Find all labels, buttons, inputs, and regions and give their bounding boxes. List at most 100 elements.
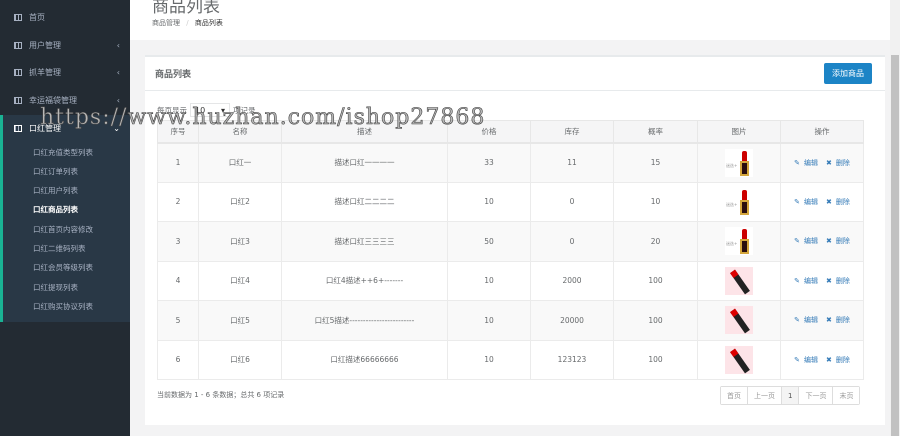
sidebar-item-sheep[interactable]: 抓羊管理 ‹ — [0, 61, 130, 83]
delete-button[interactable]: ✖ 删除 — [824, 316, 852, 324]
close-icon: ✖ — [826, 276, 832, 285]
chevron-left-icon: ‹ — [116, 67, 120, 77]
edit-icon: ✎ — [794, 158, 800, 167]
edit-icon: ✎ — [794, 316, 800, 325]
chevron-down-icon: ⌄ — [113, 123, 120, 133]
length-suffix: 项记录 — [233, 105, 256, 115]
sub-item-recharge-types[interactable]: 口红充值类型列表 — [33, 147, 93, 158]
card-title: 商品列表 — [155, 70, 192, 80]
sidebar-item-lipstick[interactable]: 口红管理 ⌄ — [0, 117, 130, 139]
delete-button[interactable]: ✖ 删除 — [824, 198, 852, 206]
sub-item-orders[interactable]: 口红订单列表 — [33, 166, 78, 177]
page-next[interactable]: 下一页 — [798, 387, 833, 404]
sidebar-item-label: 用户管理 — [29, 40, 61, 50]
column-header[interactable]: 序号 — [157, 120, 199, 144]
lipstick-image — [725, 306, 753, 335]
pagination: 首页 上一页 1 下一页 末页 — [720, 386, 861, 405]
cell-id: 6 — [157, 339, 199, 380]
sidebar-item-home[interactable]: 首页 — [0, 6, 130, 28]
column-header[interactable]: 操作 — [780, 120, 864, 144]
delete-button[interactable]: ✖ 删除 — [824, 237, 852, 245]
cell-price: 33 — [447, 142, 531, 183]
cell-stock: 123123 — [530, 339, 614, 380]
sidebar-item-luckybag[interactable]: 幸运福袋管理 ‹ — [0, 89, 130, 111]
column-header[interactable]: 库存 — [530, 120, 614, 144]
table-info: 当前数据为 1 - 6 条数据；总共 6 项记录 — [157, 391, 285, 399]
grid-icon — [14, 96, 22, 104]
delete-label: 删除 — [835, 197, 850, 206]
cell-desc: 口红5描述------------------------ — [281, 300, 448, 341]
column-header[interactable]: 概率 — [613, 120, 698, 144]
caret-down-icon: ▾ — [220, 105, 225, 115]
cell-name: 口红2 — [198, 181, 282, 222]
close-icon: ✖ — [826, 316, 832, 325]
column-header[interactable]: 价格 — [447, 120, 531, 144]
cell-desc: 口红4描述++6+------- — [281, 260, 448, 301]
close-icon: ✖ — [826, 158, 832, 167]
page-length-control: 每页显示 10 ▾ 项记录 — [157, 103, 256, 117]
breadcrumb-item[interactable]: 商品管理 — [152, 19, 180, 27]
sub-item-withdrawals[interactable]: 口红提现列表 — [33, 282, 78, 293]
table-row: 5 口红5 口红5描述------------------------ 10 20000… — [157, 300, 864, 341]
edit-button[interactable]: ✎ 编辑 — [792, 316, 820, 324]
column-header[interactable]: 名称 — [198, 120, 282, 144]
add-product-button[interactable]: 添加商品 — [824, 63, 872, 84]
edit-button[interactable]: ✎ 编辑 — [792, 198, 820, 206]
page-length-value: 10 — [195, 105, 206, 115]
sidebar-item-users[interactable]: 用户管理 ‹ — [0, 34, 130, 56]
delete-button[interactable]: ✖ 删除 — [824, 356, 852, 364]
edit-button[interactable]: ✎ 编辑 — [792, 356, 820, 364]
breadcrumb: 商品管理 / 商品列表 — [152, 18, 223, 28]
image-caption: 迷迭+ — [726, 162, 738, 168]
edit-label: 编辑 — [804, 316, 818, 325]
cell-image — [697, 300, 781, 341]
page-header: 商品列表 商品管理 / 商品列表 — [130, 0, 890, 40]
sidebar: 首页 用户管理 ‹ 抓羊管理 ‹ 幸运福袋管理 ‹ 口红管理 ⌄ 口红充值类型列表 口红… — [0, 0, 130, 436]
cell-price: 10 — [447, 339, 531, 380]
sub-item-users[interactable]: 口红用户列表 — [33, 185, 78, 196]
edit-button[interactable]: ✎ 编辑 — [792, 277, 820, 285]
cell-stock: 0 — [530, 181, 614, 222]
column-header[interactable]: 描述 — [281, 120, 448, 144]
edit-button[interactable]: ✎ 编辑 — [792, 159, 820, 167]
column-header[interactable]: 图片 — [697, 120, 781, 144]
edit-label: 编辑 — [804, 355, 818, 364]
sub-item-home-content[interactable]: 口红首页内容修改 — [33, 224, 93, 235]
close-icon: ✖ — [826, 237, 832, 246]
edit-button[interactable]: ✎ 编辑 — [792, 237, 820, 245]
sub-item-member-levels[interactable]: 口红会员等级列表 — [33, 262, 93, 273]
image-caption: 迷迭+ — [726, 201, 738, 207]
sub-item-agreements[interactable]: 口红购买协议列表 — [33, 301, 93, 312]
sub-item-products[interactable]: 口红商品列表 — [33, 204, 78, 215]
page-length-select[interactable]: 10 ▾ — [190, 103, 230, 117]
delete-button[interactable]: ✖ 删除 — [824, 277, 852, 285]
cell-prob: 100 — [613, 339, 698, 380]
lipstick-image: 迷迭+ — [725, 227, 753, 256]
cell-prob: 10 — [613, 181, 698, 222]
delete-label: 删除 — [835, 316, 850, 325]
scrollbar-thumb[interactable] — [891, 55, 899, 436]
sub-item-qrcodes[interactable]: 口红二维码列表 — [33, 243, 86, 254]
cell-name: 口红3 — [198, 221, 282, 262]
page-prev[interactable]: 上一页 — [747, 387, 781, 404]
cell-price: 50 — [447, 221, 531, 262]
delete-label: 删除 — [835, 355, 850, 364]
cell-image — [697, 339, 781, 380]
table-row: 1 口红一 描述口红一一一一 33 11 15 迷迭+ ✎ 编辑 ✖ 删除 — [157, 142, 864, 183]
cell-image — [697, 260, 781, 301]
page-last[interactable]: 末页 — [832, 387, 860, 404]
delete-button[interactable]: ✖ 删除 — [824, 159, 852, 167]
table-row: 6 口红6 口红描述66666666 10 123123 100 ✎ 编辑 ✖ 删除 — [157, 339, 864, 380]
edit-label: 编辑 — [804, 237, 818, 246]
image-caption: 迷迭+ — [726, 241, 738, 247]
page-first[interactable]: 首页 — [721, 387, 747, 404]
chevron-left-icon: ‹ — [116, 40, 120, 50]
cell-prob: 100 — [613, 260, 698, 301]
lipstick-image — [725, 266, 753, 295]
scrollbar[interactable] — [890, 0, 900, 436]
cell-image: 迷迭+ — [697, 181, 781, 222]
cell-actions: ✎ 编辑 ✖ 删除 — [780, 142, 864, 183]
page-current[interactable]: 1 — [781, 387, 799, 404]
grid-icon — [14, 68, 22, 76]
cell-prob: 100 — [613, 300, 698, 341]
